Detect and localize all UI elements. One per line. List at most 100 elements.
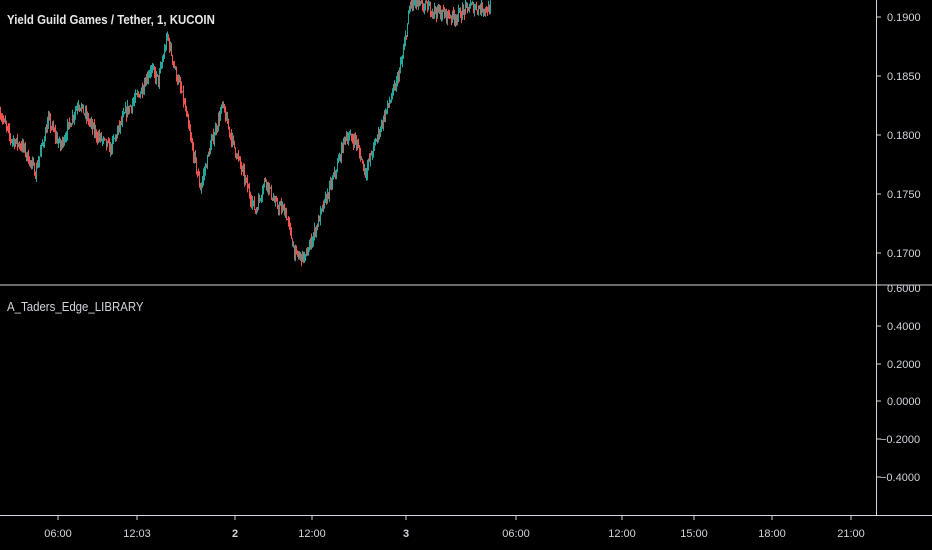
candle-body [125,108,126,113]
candle-body [452,11,453,19]
candle-body [321,208,322,211]
indicator-title[interactable]: A_Taders_Edge_LIBRARY [7,299,144,314]
candle-body [69,122,70,124]
price-chart[interactable]: 0.1900 0.1850 0.1800 0.1750 0.1700 0.600… [0,0,932,550]
candle-body [441,15,442,18]
time-tick-label: 18:00 [758,528,786,540]
candle-body [195,153,196,160]
candle-body [212,134,213,140]
candle-body [136,94,137,96]
candle-body [84,113,85,115]
candle-body [137,93,138,95]
candle-body [147,76,148,80]
candle-body [372,154,373,156]
candle-body [246,178,247,180]
candle-body [148,75,149,80]
candle-body [466,4,467,6]
time-tick-label: 12:00 [298,528,326,540]
candle-body [270,187,271,189]
candle-body [302,252,303,262]
candle-body [188,116,189,125]
candle-body [193,147,194,159]
candle-body [281,204,282,211]
candle-body [422,2,423,8]
candle-body [103,138,104,140]
candle-body [15,141,16,146]
candle-body [306,251,307,255]
candle-body [152,68,153,70]
candle-body [166,36,167,49]
candle-body [248,187,249,189]
candle-body [379,130,380,135]
candle-body [155,72,156,80]
candle-body [52,125,53,129]
candle-body [258,198,259,210]
candle-body [419,1,420,3]
candle-body [204,171,205,175]
candle-body [265,179,266,181]
candle-body [96,130,97,138]
candle-body [307,251,308,256]
candle-body [194,153,195,159]
candle-body [354,136,355,145]
candle-body [301,254,302,262]
candle-body [231,134,232,143]
candle-body [95,130,96,134]
candle-body [338,159,339,163]
candle-body [322,205,323,209]
candle-body [285,211,286,216]
symbol-title[interactable]: Yield Guild Games / Tether, 1, KUCOIN [7,12,215,27]
candle-body [184,101,185,103]
candle-body [308,251,309,256]
candle-body [144,83,145,90]
candle-body [337,162,338,172]
candle-body [135,94,136,100]
candle-body [110,145,111,152]
candle-body [488,5,489,12]
candle-body [348,138,349,142]
candle-body [59,139,60,143]
candle-body [366,173,367,176]
candle-body [264,179,265,185]
candle-body [397,75,398,81]
candle-body [417,4,418,7]
candle-body [304,255,305,261]
candle-body [158,75,159,84]
candle-body [482,3,483,12]
candle-body [49,116,50,118]
candle-body [416,0,417,7]
candle-body [168,35,169,40]
candle-body [123,113,124,117]
candle-body [232,137,233,143]
price-tick-label: 0.1800 [887,130,921,142]
candle-body [13,139,14,141]
candle-body [32,162,33,164]
candle-body [286,211,287,220]
candle-body [428,5,429,11]
candle-body [489,5,490,13]
candle-body [156,74,157,80]
candle-body [205,165,206,172]
candle-body [445,9,446,16]
candle-body [410,3,411,10]
candle-body [78,105,79,108]
time-tick-label: 12:00 [608,528,636,540]
candle-body [290,225,291,230]
candle-body [317,226,318,228]
candle-body [320,210,321,222]
candle-body [5,119,6,124]
candle-body [141,88,142,94]
candle-body [357,144,358,146]
candle-body [403,49,404,58]
candle-body [316,226,317,234]
candle-body [117,130,118,138]
candle-body [173,61,174,64]
candle-body [17,138,18,145]
candle-body [399,69,400,80]
candle-body [200,184,201,190]
candle-body [68,122,69,125]
candle-body [31,160,32,164]
candle-body [418,1,419,5]
candle-body [138,93,139,95]
candle-body [61,143,62,147]
